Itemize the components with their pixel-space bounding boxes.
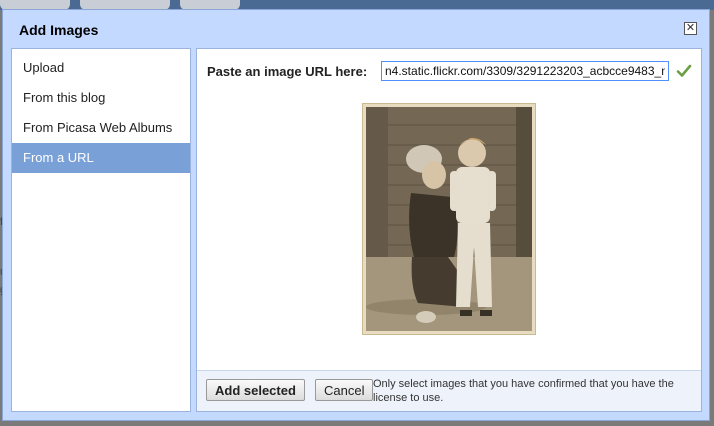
url-label: Paste an image URL here: — [207, 64, 368, 79]
sidebar-item-from-picasa[interactable]: From Picasa Web Albums — [12, 113, 190, 143]
cancel-button[interactable]: Cancel — [315, 379, 374, 401]
add-selected-button[interactable]: Add selected — [206, 379, 305, 401]
vintage-photo-preview — [366, 107, 532, 331]
close-icon[interactable]: ✕ — [684, 22, 697, 35]
dialog-titlebar: Add Images ✕ — [3, 10, 709, 48]
dialog-title: Add Images — [19, 22, 99, 38]
image-preview[interactable] — [362, 103, 536, 335]
image-url-input[interactable] — [381, 61, 669, 81]
sidebar-item-from-url[interactable]: From a URL — [12, 143, 190, 173]
add-images-dialog: Add Images ✕ Upload From this blog From … — [2, 9, 710, 421]
url-panel: Paste an image URL here: n4.static.flick… — [196, 48, 702, 412]
url-row: Paste an image URL here: — [207, 61, 697, 83]
sidebar-item-upload[interactable]: Upload — [12, 53, 190, 83]
checkmark-icon — [676, 64, 692, 77]
image-source-sidebar: Upload From this blog From Picasa Web Al… — [11, 48, 191, 412]
sidebar-item-from-this-blog[interactable]: From this blog — [12, 83, 190, 113]
dialog-footer: Add selected Cancel Only select images t… — [197, 370, 701, 411]
license-notice: Only select images that you have confirm… — [373, 378, 674, 404]
